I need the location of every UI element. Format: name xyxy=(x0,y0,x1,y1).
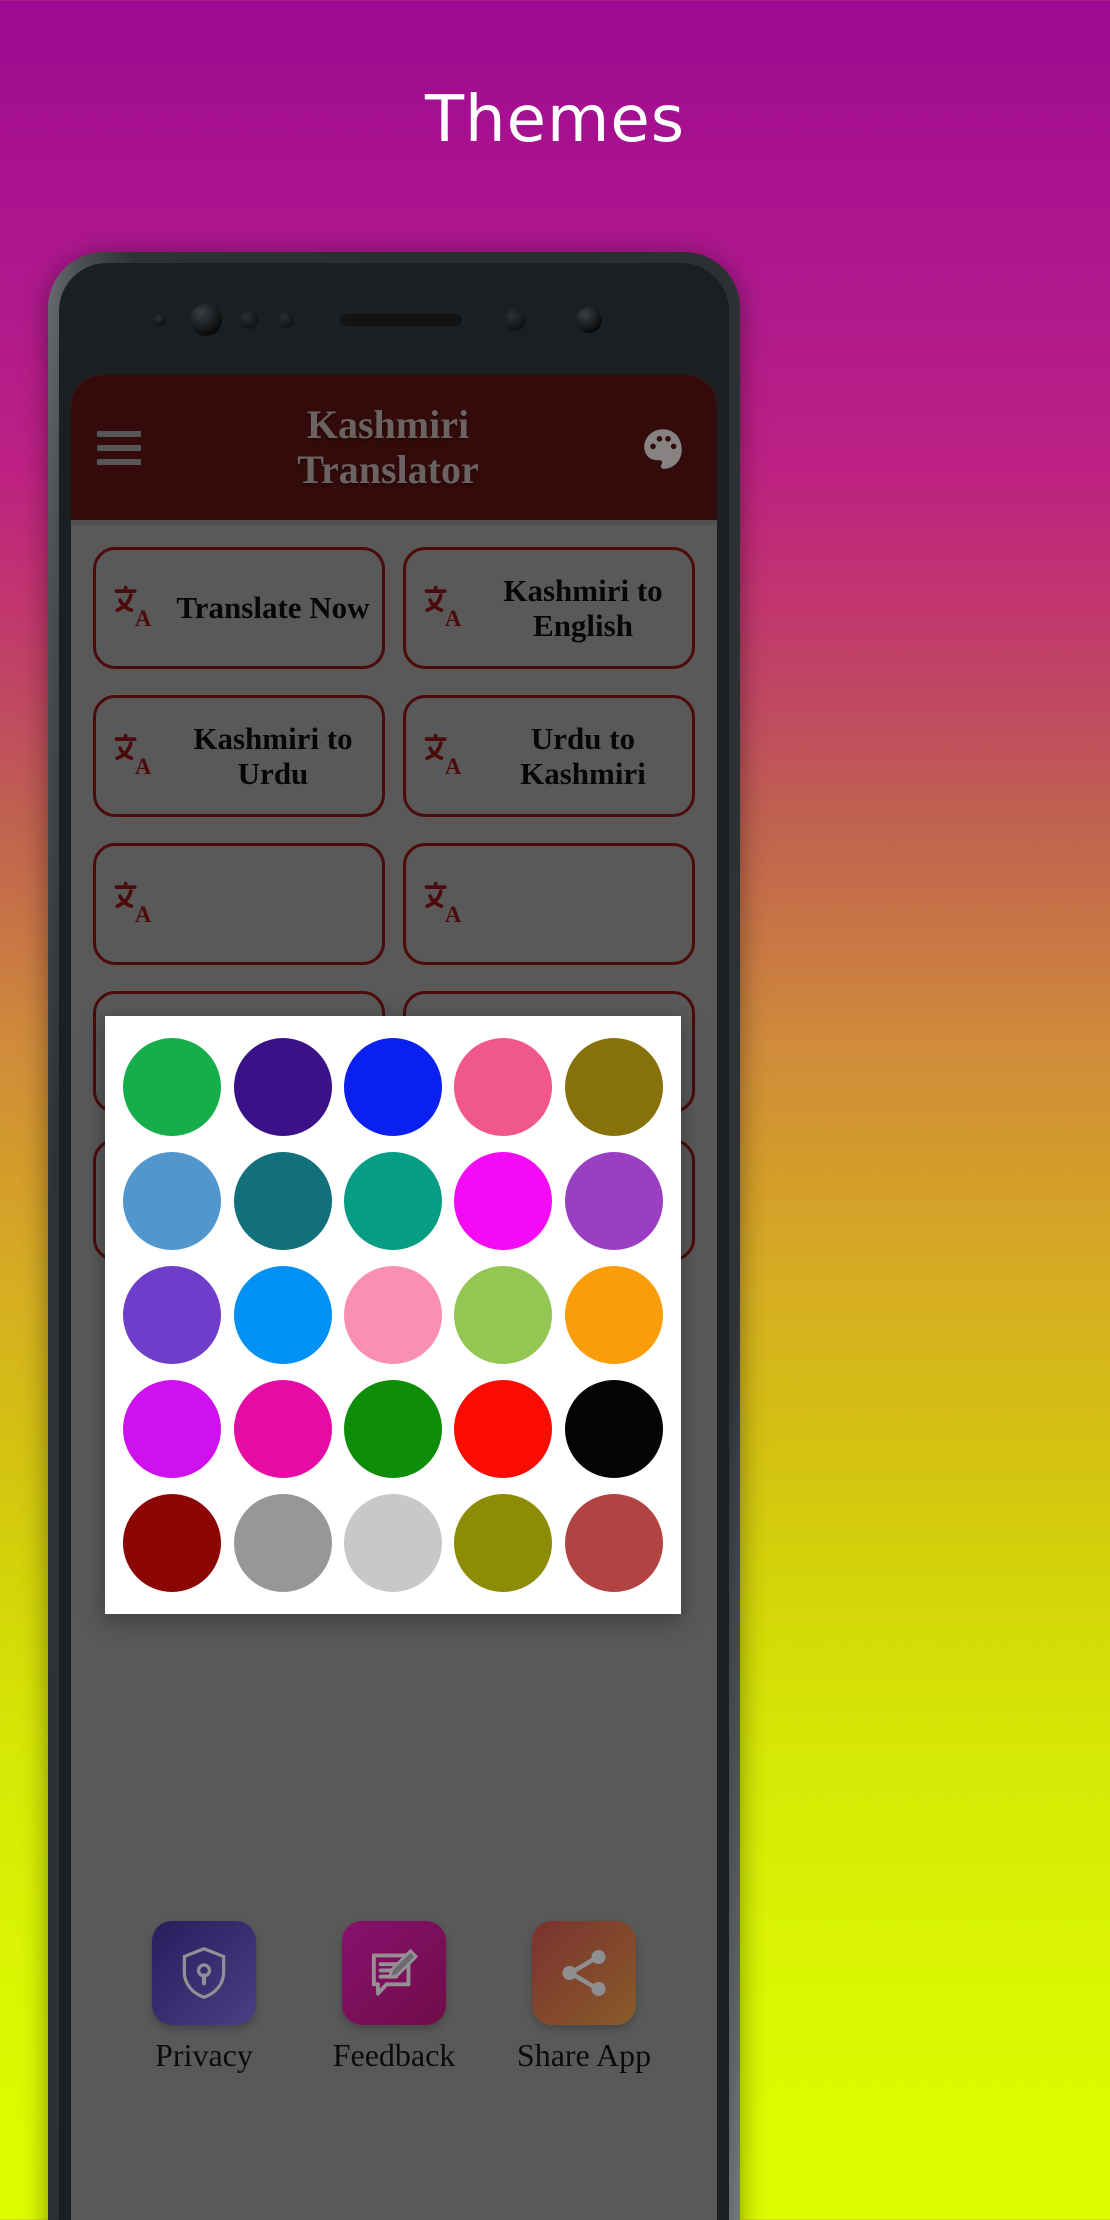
color-swatch[interactable] xyxy=(454,1266,553,1364)
front-camera-icon xyxy=(576,307,602,333)
color-swatch[interactable] xyxy=(233,1152,332,1250)
sensor-dot xyxy=(240,311,258,329)
action-privacy[interactable]: Privacy xyxy=(133,1921,275,2074)
svg-text:A: A xyxy=(445,754,462,779)
color-swatch[interactable] xyxy=(123,1038,222,1136)
sensor-dot xyxy=(504,309,526,331)
svg-text:A: A xyxy=(135,754,152,779)
sensor-dot xyxy=(278,312,294,328)
action-label: Privacy xyxy=(155,2037,253,2073)
palette-icon[interactable] xyxy=(635,420,691,476)
app-title-line1: Kashmiri xyxy=(306,401,470,447)
option-label: Urdu to Kashmiri xyxy=(520,720,646,791)
color-swatch[interactable] xyxy=(564,1266,663,1364)
bottom-action-bar: Privacy Feedback Share App xyxy=(71,1921,717,2074)
app-title: Kashmiri Translator xyxy=(141,401,635,493)
color-swatch[interactable] xyxy=(123,1380,222,1478)
color-swatch[interactable] xyxy=(233,1380,332,1478)
option-card-urdu-to-kashmiri[interactable]: A Urdu to Kashmiri xyxy=(403,695,695,817)
option-label: Kashmiri to Urdu xyxy=(193,720,353,791)
color-swatch[interactable] xyxy=(343,1494,442,1592)
app-title-line2: Translator xyxy=(297,446,479,492)
color-swatch[interactable] xyxy=(233,1038,332,1136)
action-label: Feedback xyxy=(332,2037,456,2073)
color-swatch[interactable] xyxy=(343,1266,442,1364)
option-card-5[interactable]: A xyxy=(93,843,385,965)
color-swatch[interactable] xyxy=(343,1152,442,1250)
option-label: Translate Now xyxy=(176,590,370,626)
translate-icon: A xyxy=(108,580,164,636)
translate-icon: A xyxy=(418,876,474,932)
option-card-translate-now[interactable]: A Translate Now xyxy=(93,547,385,669)
color-swatch[interactable] xyxy=(233,1266,332,1364)
svg-text:A: A xyxy=(445,606,462,631)
page-title: Themes xyxy=(424,83,686,157)
hamburger-menu-icon[interactable] xyxy=(97,430,141,465)
color-picker-dialog[interactable] xyxy=(105,1016,681,1614)
action-label: Share App xyxy=(516,2037,652,2073)
translate-icon: A xyxy=(418,728,474,784)
color-swatch[interactable] xyxy=(564,1494,663,1592)
color-swatch[interactable] xyxy=(564,1152,663,1250)
option-card-kashmiri-to-english[interactable]: A Kashmiri to English xyxy=(403,547,695,669)
color-swatch[interactable] xyxy=(233,1494,332,1592)
color-swatch[interactable] xyxy=(564,1038,663,1136)
svg-text:A: A xyxy=(135,902,152,927)
privacy-tile[interactable] xyxy=(152,1921,256,2025)
feedback-tile[interactable] xyxy=(342,1921,446,2025)
app-bar: Kashmiri Translator xyxy=(71,375,717,520)
feedback-edit-icon xyxy=(371,1949,418,1996)
option-card-kashmiri-to-urdu[interactable]: A Kashmiri to Urdu xyxy=(93,695,385,817)
shield-lock-icon xyxy=(182,1946,226,1999)
share-icon xyxy=(562,1950,606,1996)
color-swatch[interactable] xyxy=(343,1380,442,1478)
color-swatch[interactable] xyxy=(454,1380,553,1478)
translate-icon: A xyxy=(108,728,164,784)
svg-text:A: A xyxy=(135,606,152,631)
color-swatch[interactable] xyxy=(454,1152,553,1250)
option-label: Kashmiri to English xyxy=(503,572,663,643)
option-card-6[interactable]: A xyxy=(403,843,695,965)
front-camera-icon xyxy=(190,304,222,336)
color-swatch[interactable] xyxy=(123,1152,222,1250)
color-swatch[interactable] xyxy=(454,1494,553,1592)
color-swatch[interactable] xyxy=(454,1038,553,1136)
color-swatch[interactable] xyxy=(123,1494,222,1592)
earpiece-speaker xyxy=(340,314,462,326)
phone-sensor-strip xyxy=(48,288,740,352)
color-swatch[interactable] xyxy=(564,1380,663,1478)
translate-icon: A xyxy=(108,876,164,932)
share-tile[interactable] xyxy=(532,1921,636,2025)
action-feedback[interactable]: Feedback xyxy=(323,1921,465,2074)
action-share-app[interactable]: Share App xyxy=(513,1921,655,2074)
color-swatch[interactable] xyxy=(123,1266,222,1364)
translate-icon: A xyxy=(418,580,474,636)
svg-text:A: A xyxy=(445,902,462,927)
sensor-dot xyxy=(154,314,166,326)
color-swatch[interactable] xyxy=(343,1038,442,1136)
